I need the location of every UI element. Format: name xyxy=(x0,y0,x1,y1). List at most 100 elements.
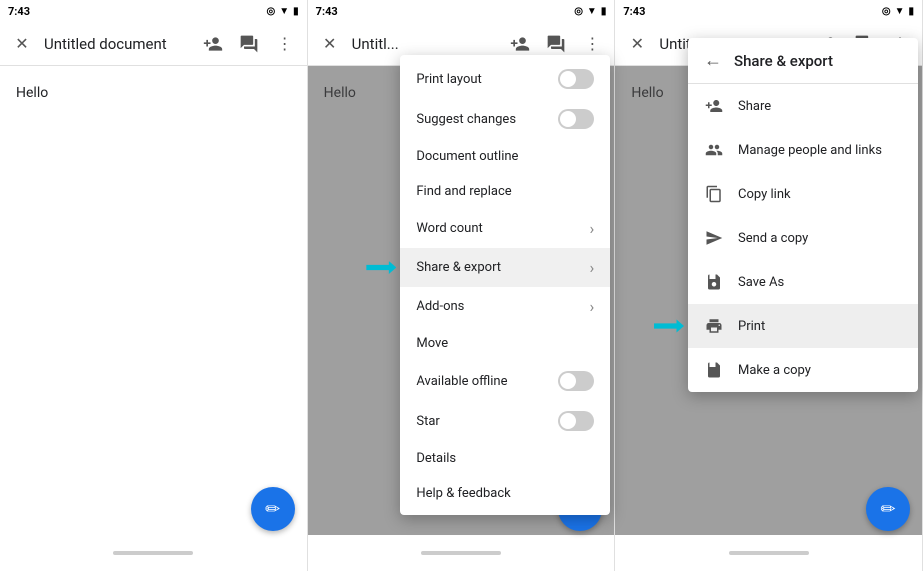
status-bar-3: 7:43 ◎ ▼ ▮ xyxy=(615,0,922,22)
doc-title-2: Untitl... xyxy=(352,35,499,53)
time-2: 7:43 xyxy=(316,5,338,18)
menu-share-export-label: Share & export xyxy=(416,260,589,275)
menu-print-layout[interactable]: Print layout xyxy=(400,59,610,99)
fab-icon-1: ✏ xyxy=(265,499,280,520)
bottom-bar-1 xyxy=(0,535,307,571)
manage-people-icon xyxy=(704,140,724,160)
more-icon-2[interactable]: ⋮ xyxy=(578,30,606,58)
menu-word-count[interactable]: Word count xyxy=(400,209,610,248)
menu-move-label: Move xyxy=(416,336,594,351)
submenu-copy-link-label: Copy link xyxy=(738,187,791,202)
close-button-1[interactable]: ✕ xyxy=(8,30,36,58)
submenu-manage-people[interactable]: Manage people and links xyxy=(688,128,918,172)
menu-suggest-changes[interactable]: Suggest changes xyxy=(400,99,610,139)
submenu-share-label: Share xyxy=(738,99,771,114)
menu-find-replace-label: Find and replace xyxy=(416,184,594,199)
doc-title-1: Untitled document xyxy=(44,35,191,53)
submenu-print[interactable]: Print xyxy=(688,304,918,348)
menu-help-feedback[interactable]: Help & feedback xyxy=(400,476,610,511)
submenu-save-as[interactable]: Save As xyxy=(688,260,918,304)
bottom-indicator-3 xyxy=(729,551,809,555)
menu-doc-outline[interactable]: Document outline xyxy=(400,139,610,174)
bottom-indicator-1 xyxy=(113,551,193,555)
bottom-indicator-2 xyxy=(421,551,501,555)
time-1: 7:43 xyxy=(8,5,30,18)
menu-print-layout-label: Print layout xyxy=(416,72,558,87)
menu-word-count-label: Word count xyxy=(416,221,589,236)
status-icons-1: ◎ ▼ ▮ xyxy=(267,6,299,17)
status-bar-1: 7:43 ◎ ▼ ▮ xyxy=(0,0,307,22)
menu-available-offline[interactable]: Available offline xyxy=(400,361,610,401)
menu-star-label: Star xyxy=(416,414,558,429)
menu-doc-outline-label: Document outline xyxy=(416,149,594,164)
more-icon-1[interactable]: ⋮ xyxy=(271,30,299,58)
menu-star[interactable]: Star xyxy=(400,401,610,441)
add-person-icon-1[interactable] xyxy=(199,30,227,58)
wifi-icon-2: ◎ xyxy=(574,6,583,17)
wifi-icon-3: ◎ xyxy=(882,6,891,17)
doc-content-1: Hello xyxy=(0,66,307,535)
battery-icon: ▮ xyxy=(293,6,299,17)
submenu-make-copy[interactable]: Make a copy xyxy=(688,348,918,392)
fab-3[interactable]: ✏ xyxy=(866,487,910,531)
submenu-send-copy[interactable]: Send a copy xyxy=(688,216,918,260)
menu-available-offline-label: Available offline xyxy=(416,374,558,389)
menu-add-ons-label: Add-ons xyxy=(416,299,589,314)
submenu-save-as-label: Save As xyxy=(738,275,784,290)
signal-icon: ▼ xyxy=(279,6,289,17)
submenu-print-label: Print xyxy=(738,319,765,334)
comment-icon-1[interactable] xyxy=(235,30,263,58)
suggest-toggle[interactable] xyxy=(558,109,594,129)
signal-icon-2: ▼ xyxy=(587,6,597,17)
submenu-manage-people-label: Manage people and links xyxy=(738,143,882,158)
send-copy-icon xyxy=(704,228,724,248)
menu-move[interactable]: Move xyxy=(400,326,610,361)
signal-icon-3: ▼ xyxy=(895,6,905,17)
share-icon xyxy=(704,96,724,116)
save-as-icon xyxy=(704,272,724,292)
offline-toggle[interactable] xyxy=(558,371,594,391)
bottom-bar-2 xyxy=(308,535,615,571)
print-icon xyxy=(704,316,724,336)
wifi-icon: ◎ xyxy=(267,6,276,17)
submenu-send-copy-label: Send a copy xyxy=(738,231,808,246)
menu-help-feedback-label: Help & feedback xyxy=(416,486,594,501)
close-button-3[interactable]: ✕ xyxy=(623,30,651,58)
make-copy-icon xyxy=(704,360,724,380)
menu-details-label: Details xyxy=(416,451,594,466)
close-button-2[interactable]: ✕ xyxy=(316,30,344,58)
menu-find-replace[interactable]: Find and replace xyxy=(400,174,610,209)
bottom-bar-3 xyxy=(615,535,922,571)
menu-share-export[interactable]: Share & export xyxy=(400,248,610,287)
copy-link-icon xyxy=(704,184,724,204)
hello-text-2: Hello xyxy=(324,85,356,101)
menu-add-ons[interactable]: Add-ons xyxy=(400,287,610,326)
star-toggle[interactable] xyxy=(558,411,594,431)
word-count-chevron xyxy=(590,219,595,238)
panel-3: 7:43 ◎ ▼ ▮ ✕ Untitl... ⋮ Hello ✏ ← Shar xyxy=(615,0,923,571)
toolbar-1: ✕ Untitled document ⋮ xyxy=(0,22,307,66)
back-icon[interactable]: ← xyxy=(704,50,722,71)
share-export-chevron xyxy=(590,258,595,277)
print-layout-toggle[interactable] xyxy=(558,69,594,89)
submenu-share[interactable]: Share xyxy=(688,84,918,128)
hello-text-1: Hello xyxy=(16,85,48,101)
battery-icon-2: ▮ xyxy=(601,6,607,17)
status-bar-2: 7:43 ◎ ▼ ▮ xyxy=(308,0,615,22)
add-person-icon-2[interactable] xyxy=(506,30,534,58)
comment-icon-2[interactable] xyxy=(542,30,570,58)
submenu-header[interactable]: ← Share & export xyxy=(688,38,918,84)
menu-suggest-changes-label: Suggest changes xyxy=(416,112,558,127)
hello-text-3: Hello xyxy=(631,85,663,101)
time-3: 7:43 xyxy=(623,5,645,18)
panel-2: 7:43 ◎ ▼ ▮ ✕ Untitl... ⋮ Hello ✏ Print l… xyxy=(308,0,616,571)
menu-details[interactable]: Details xyxy=(400,441,610,476)
add-ons-chevron xyxy=(590,297,595,316)
dropdown-menu-2: Print layout Suggest changes Document ou… xyxy=(400,55,610,515)
status-icons-2: ◎ ▼ ▮ xyxy=(574,6,606,17)
submenu-copy-link[interactable]: Copy link xyxy=(688,172,918,216)
fab-icon-3: ✏ xyxy=(880,499,895,520)
submenu-title: Share & export xyxy=(734,52,833,70)
submenu-share-export: ← Share & export Share Manage people and… xyxy=(688,38,918,392)
fab-1[interactable]: ✏ xyxy=(251,487,295,531)
